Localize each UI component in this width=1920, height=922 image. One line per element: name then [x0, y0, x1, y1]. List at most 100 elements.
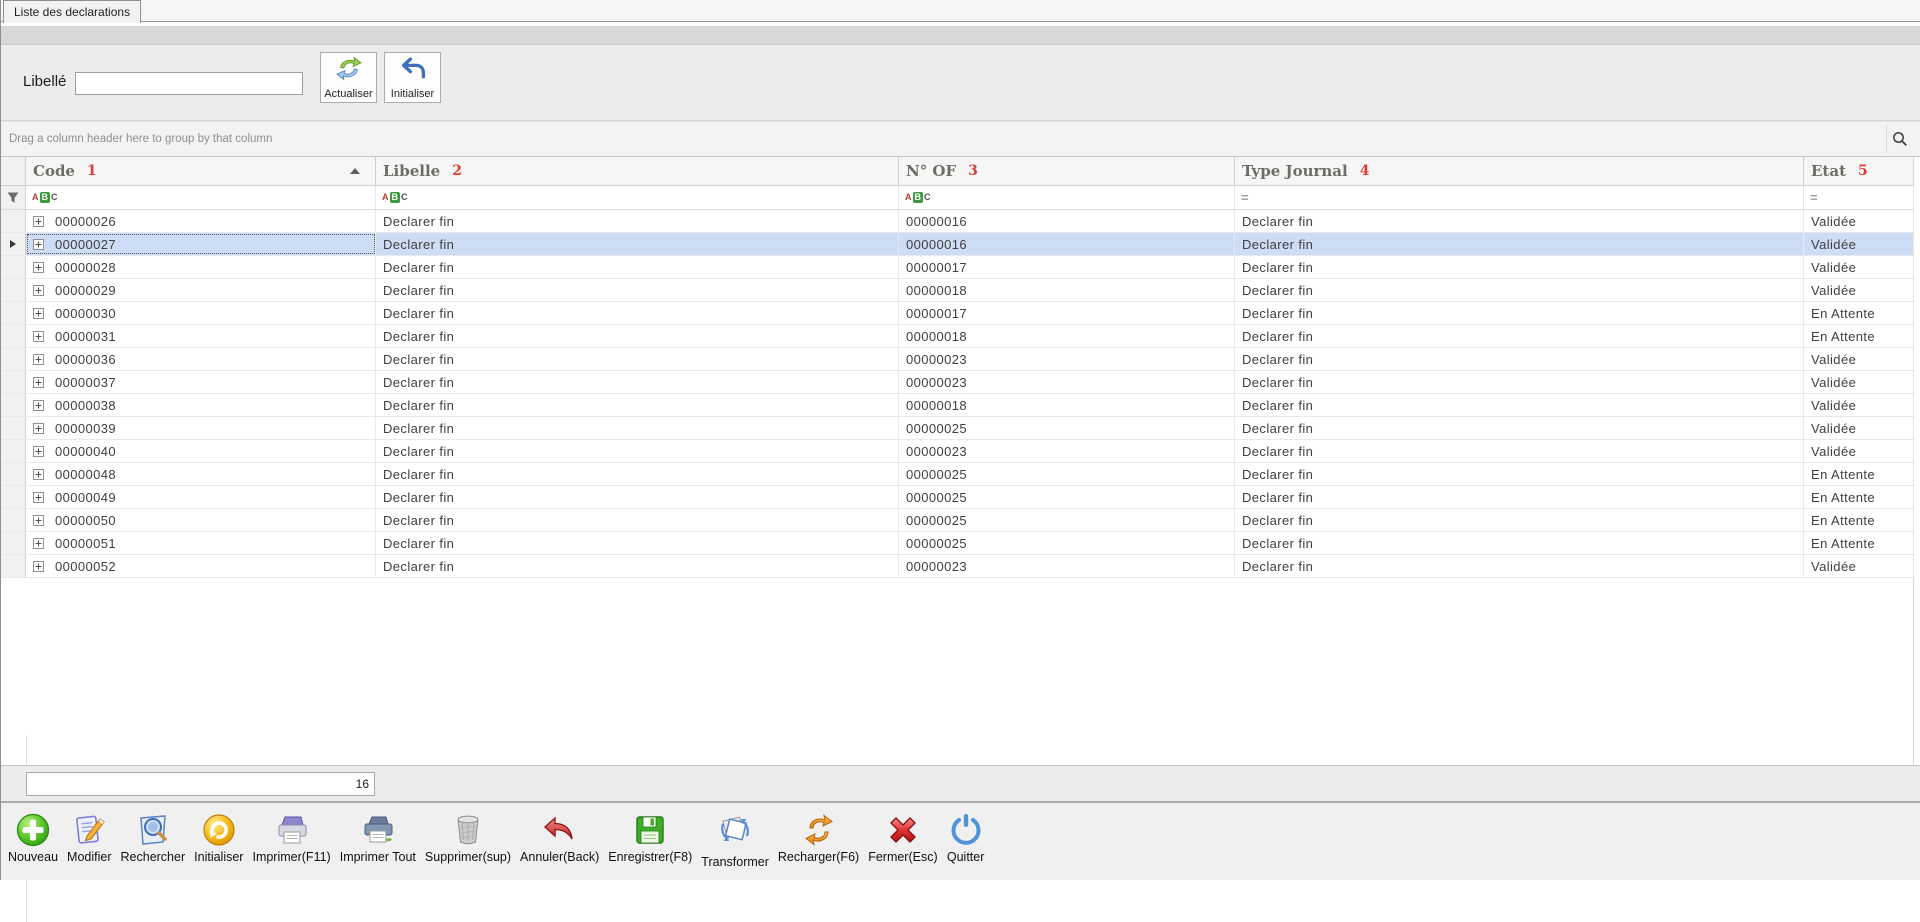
- cell-etat[interactable]: En Attente: [1804, 532, 1914, 554]
- tab-liste-des-declarations[interactable]: Liste des declarations: [3, 0, 141, 23]
- table-row[interactable]: 00000050 Declarer fin 00000025 Declarer …: [1, 509, 1913, 532]
- cell-type-journal[interactable]: Declarer fin: [1235, 256, 1804, 278]
- cell-etat[interactable]: Validée: [1804, 417, 1914, 439]
- expand-icon[interactable]: [33, 469, 44, 480]
- cell-libelle[interactable]: Declarer fin: [376, 394, 899, 416]
- cell-type-journal[interactable]: Declarer fin: [1235, 233, 1804, 255]
- cell-code[interactable]: 00000050: [26, 509, 376, 531]
- cell-type-journal[interactable]: Declarer fin: [1235, 325, 1804, 347]
- cell-libelle[interactable]: Declarer fin: [376, 302, 899, 324]
- cell-n-of[interactable]: 00000018: [899, 394, 1235, 416]
- table-row[interactable]: 00000048 Declarer fin 00000025 Declarer …: [1, 463, 1913, 486]
- cell-type-journal[interactable]: Declarer fin: [1235, 555, 1804, 577]
- table-row[interactable]: 00000027 Declarer fin 00000016 Declarer …: [1, 233, 1913, 256]
- toolbar-enregistrer-button[interactable]: Enregistrer(F8): [608, 811, 692, 864]
- expand-icon[interactable]: [33, 492, 44, 503]
- table-row[interactable]: 00000030 Declarer fin 00000017 Declarer …: [1, 302, 1913, 325]
- filter-cell-code[interactable]: ABC: [26, 186, 376, 209]
- toolbar-imprimer-button[interactable]: Imprimer(F11): [252, 811, 330, 864]
- table-row[interactable]: 00000031 Declarer fin 00000018 Declarer …: [1, 325, 1913, 348]
- cell-code[interactable]: 00000029: [26, 279, 376, 301]
- cell-type-journal[interactable]: Declarer fin: [1235, 371, 1804, 393]
- cell-type-journal[interactable]: Declarer fin: [1235, 463, 1804, 485]
- cell-etat[interactable]: Validée: [1804, 210, 1914, 232]
- cell-n-of[interactable]: 00000025: [899, 463, 1235, 485]
- filter-cell-type-journal[interactable]: =: [1235, 186, 1804, 209]
- cell-etat[interactable]: En Attente: [1804, 302, 1914, 324]
- cell-type-journal[interactable]: Declarer fin: [1235, 394, 1804, 416]
- expand-icon[interactable]: [33, 538, 44, 549]
- cell-type-journal[interactable]: Declarer fin: [1235, 348, 1804, 370]
- cell-code[interactable]: 00000038: [26, 394, 376, 416]
- toolbar-imprimer-tout-button[interactable]: Imprimer Tout: [340, 811, 416, 864]
- cell-code[interactable]: 00000052: [26, 555, 376, 577]
- cell-code[interactable]: 00000040: [26, 440, 376, 462]
- cell-etat[interactable]: Validée: [1804, 348, 1914, 370]
- filter-cell-libelle[interactable]: ABC: [376, 186, 899, 209]
- cell-libelle[interactable]: Declarer fin: [376, 463, 899, 485]
- cell-etat[interactable]: Validée: [1804, 233, 1914, 255]
- cell-etat[interactable]: Validée: [1804, 394, 1914, 416]
- cell-code[interactable]: 00000049: [26, 486, 376, 508]
- cell-libelle[interactable]: Declarer fin: [376, 509, 899, 531]
- cell-n-of[interactable]: 00000023: [899, 371, 1235, 393]
- cell-code[interactable]: 00000048: [26, 463, 376, 485]
- cell-libelle[interactable]: Declarer fin: [376, 348, 899, 370]
- cell-type-journal[interactable]: Declarer fin: [1235, 302, 1804, 324]
- expand-icon[interactable]: [33, 331, 44, 342]
- cell-libelle[interactable]: Declarer fin: [376, 210, 899, 232]
- cell-etat[interactable]: En Attente: [1804, 509, 1914, 531]
- cell-code[interactable]: 00000037: [26, 371, 376, 393]
- cell-code[interactable]: 00000031: [26, 325, 376, 347]
- cell-etat[interactable]: Validée: [1804, 279, 1914, 301]
- toolbar-nouveau-button[interactable]: Nouveau: [8, 811, 58, 864]
- cell-libelle[interactable]: Declarer fin: [376, 486, 899, 508]
- table-row[interactable]: 00000051 Declarer fin 00000025 Declarer …: [1, 532, 1913, 555]
- expand-icon[interactable]: [33, 239, 44, 250]
- cell-n-of[interactable]: 00000025: [899, 532, 1235, 554]
- table-row[interactable]: 00000038 Declarer fin 00000018 Declarer …: [1, 394, 1913, 417]
- cell-n-of[interactable]: 00000025: [899, 509, 1235, 531]
- actualiser-button[interactable]: Actualiser: [320, 52, 377, 103]
- cell-n-of[interactable]: 00000023: [899, 555, 1235, 577]
- toolbar-supprimer-button[interactable]: Supprimer(sup): [425, 811, 511, 864]
- expand-icon[interactable]: [33, 561, 44, 572]
- table-row[interactable]: 00000037 Declarer fin 00000023 Declarer …: [1, 371, 1913, 394]
- cell-type-journal[interactable]: Declarer fin: [1235, 417, 1804, 439]
- toolbar-fermer-button[interactable]: Fermer(Esc): [868, 811, 937, 864]
- expand-icon[interactable]: [33, 377, 44, 388]
- cell-libelle[interactable]: Declarer fin: [376, 233, 899, 255]
- cell-libelle[interactable]: Declarer fin: [376, 532, 899, 554]
- cell-libelle[interactable]: Declarer fin: [376, 256, 899, 278]
- toolbar-modifier-button[interactable]: Modifier: [67, 811, 111, 864]
- table-row[interactable]: 00000040 Declarer fin 00000023 Declarer …: [1, 440, 1913, 463]
- filter-cell-etat[interactable]: =: [1804, 186, 1914, 209]
- column-header-n-of[interactable]: N° OF 3: [899, 157, 1235, 185]
- cell-n-of[interactable]: 00000018: [899, 279, 1235, 301]
- column-header-etat[interactable]: Etat 5: [1804, 157, 1914, 185]
- toolbar-recharger-button[interactable]: Recharger(F6): [778, 811, 859, 864]
- cell-etat[interactable]: Validée: [1804, 256, 1914, 278]
- cell-code[interactable]: 00000036: [26, 348, 376, 370]
- table-row[interactable]: 00000039 Declarer fin 00000025 Declarer …: [1, 417, 1913, 440]
- expand-icon[interactable]: [33, 354, 44, 365]
- expand-icon[interactable]: [33, 216, 44, 227]
- cell-type-journal[interactable]: Declarer fin: [1235, 486, 1804, 508]
- column-header-code[interactable]: Code 1: [26, 157, 376, 185]
- column-header-type-journal[interactable]: Type Journal 4: [1235, 157, 1804, 185]
- table-row[interactable]: 00000028 Declarer fin 00000017 Declarer …: [1, 256, 1913, 279]
- cell-etat[interactable]: En Attente: [1804, 463, 1914, 485]
- cell-type-journal[interactable]: Declarer fin: [1235, 440, 1804, 462]
- cell-n-of[interactable]: 00000016: [899, 210, 1235, 232]
- cell-type-journal[interactable]: Declarer fin: [1235, 532, 1804, 554]
- cell-n-of[interactable]: 00000017: [899, 256, 1235, 278]
- table-row[interactable]: 00000026 Declarer fin 00000016 Declarer …: [1, 210, 1913, 233]
- group-by-bar[interactable]: Drag a column header here to group by th…: [1, 121, 1920, 157]
- cell-libelle[interactable]: Declarer fin: [376, 417, 899, 439]
- table-row[interactable]: 00000052 Declarer fin 00000023 Declarer …: [1, 555, 1913, 578]
- toolbar-quitter-button[interactable]: Quitter: [947, 811, 985, 864]
- cell-n-of[interactable]: 00000017: [899, 302, 1235, 324]
- table-row[interactable]: 00000036 Declarer fin 00000023 Declarer …: [1, 348, 1913, 371]
- cell-libelle[interactable]: Declarer fin: [376, 440, 899, 462]
- libelle-input[interactable]: [75, 72, 303, 95]
